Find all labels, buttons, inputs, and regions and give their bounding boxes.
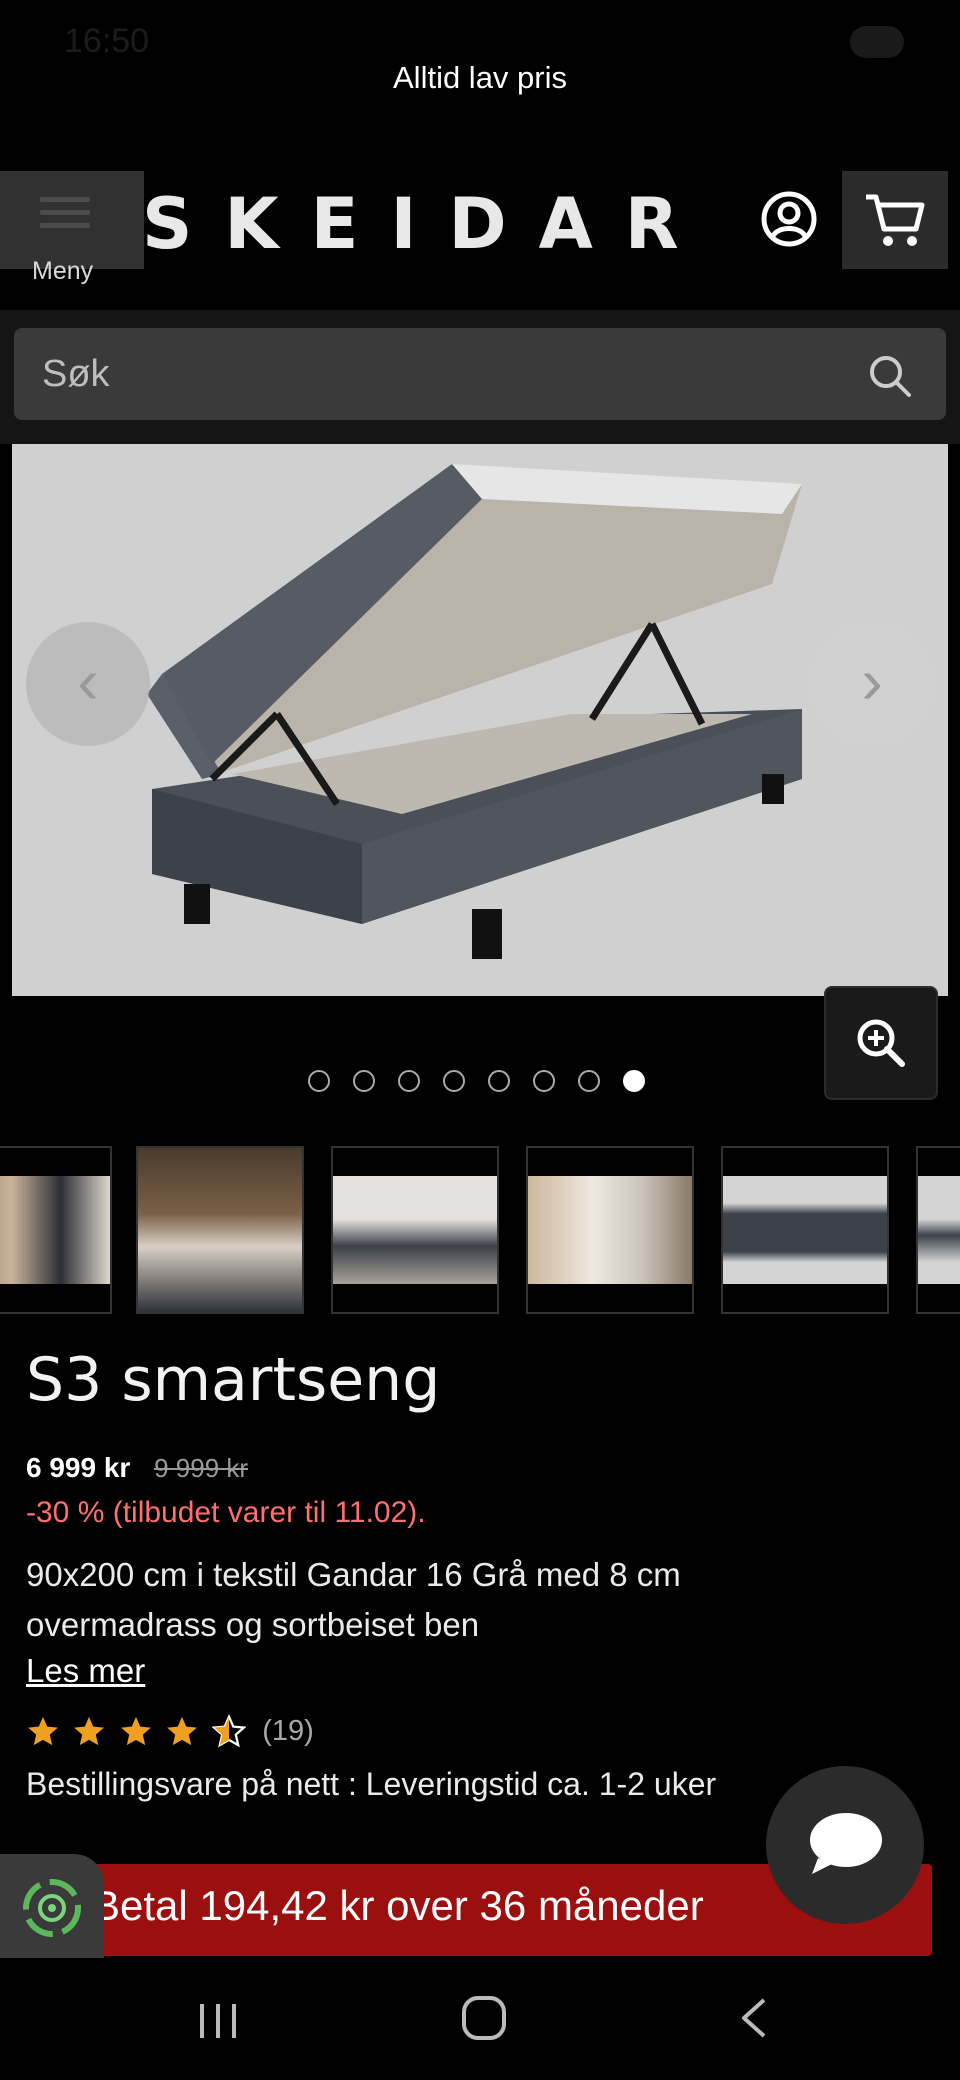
old-price: 9 999 kr [154,1453,249,1483]
read-more-link[interactable]: Les mer [26,1652,145,1690]
gallery-next-button[interactable]: › [810,622,934,746]
system-nav-bar [0,1958,960,2080]
gallery-dot[interactable] [443,1070,465,1092]
product-rating[interactable]: (19) [26,1713,314,1754]
zoom-button[interactable] [824,986,938,1100]
search-box[interactable] [14,328,946,420]
thumbnail[interactable] [526,1146,694,1314]
availability-text: Bestillingsvare på nett : Leveringstid c… [26,1766,717,1802]
site-logo[interactable]: SKEIDAR [142,183,711,265]
current-price: 6 999 kr [26,1452,131,1483]
hamburger-icon [40,197,90,228]
rating-count: (19) [262,1714,314,1747]
thumbnail[interactable] [331,1146,499,1314]
gallery-prev-button[interactable]: ‹ [26,622,150,746]
star-half-icon [211,1713,247,1748]
price-row: 6 999 kr 9 999 kr [26,1452,248,1484]
status-time: 16:50 [64,22,150,60]
rating-stars [26,1713,254,1748]
menu-button[interactable]: Meny [0,171,144,285]
cart-icon [866,194,925,246]
thumbnail[interactable] [0,1146,112,1314]
account-icon[interactable] [760,190,818,248]
gallery-dot[interactable] [488,1070,510,1092]
product-description: 90x200 cm i tekstil Gandar 16 Grå med 8 … [26,1556,681,1643]
chevron-left-icon: ‹ [77,645,99,717]
site-header: Meny SKEIDAR [0,165,960,285]
promo-banner: Alltid lav pris [393,60,567,95]
search-input[interactable] [40,348,844,400]
menu-label: Meny [32,257,94,285]
chat-icon [810,1813,882,1874]
product-image[interactable] [12,444,948,996]
gallery-dot[interactable] [308,1070,330,1092]
discount-text: -30 % (tilbudet varer til 11.02). [26,1496,426,1529]
thumbnail[interactable] [721,1146,889,1314]
back-icon[interactable] [736,1996,772,2040]
chat-button[interactable] [766,1766,924,1924]
gallery-dot[interactable] [353,1070,375,1092]
recycle-badge-icon [23,1879,81,1937]
star-icon [28,1716,58,1746]
star-icon [121,1716,151,1746]
cart-button[interactable] [842,171,948,269]
zoom-in-icon [857,1019,905,1067]
thumbnail-strip [0,1146,960,1316]
chevron-right-icon: › [861,645,883,717]
star-icon [74,1716,105,1746]
home-icon[interactable] [460,1994,508,2042]
recycle-badge[interactable] [0,1854,104,1958]
gallery-dot[interactable] [578,1070,600,1092]
thumbnail[interactable] [916,1146,960,1314]
thumbnail[interactable] [136,1146,304,1314]
recent-apps-icon[interactable] [196,1998,240,2042]
search-icon[interactable] [868,354,912,398]
product-title: S3 smartseng [26,1345,441,1415]
gallery-dot[interactable] [398,1070,420,1092]
search-section [0,310,960,444]
gallery-dot[interactable] [533,1070,555,1092]
star-icon [167,1716,198,1746]
gallery-dot-active[interactable] [623,1070,645,1092]
battery-icon [850,26,904,58]
finance-text: Betal 194,42 kr over 36 måneder [92,1882,704,1929]
